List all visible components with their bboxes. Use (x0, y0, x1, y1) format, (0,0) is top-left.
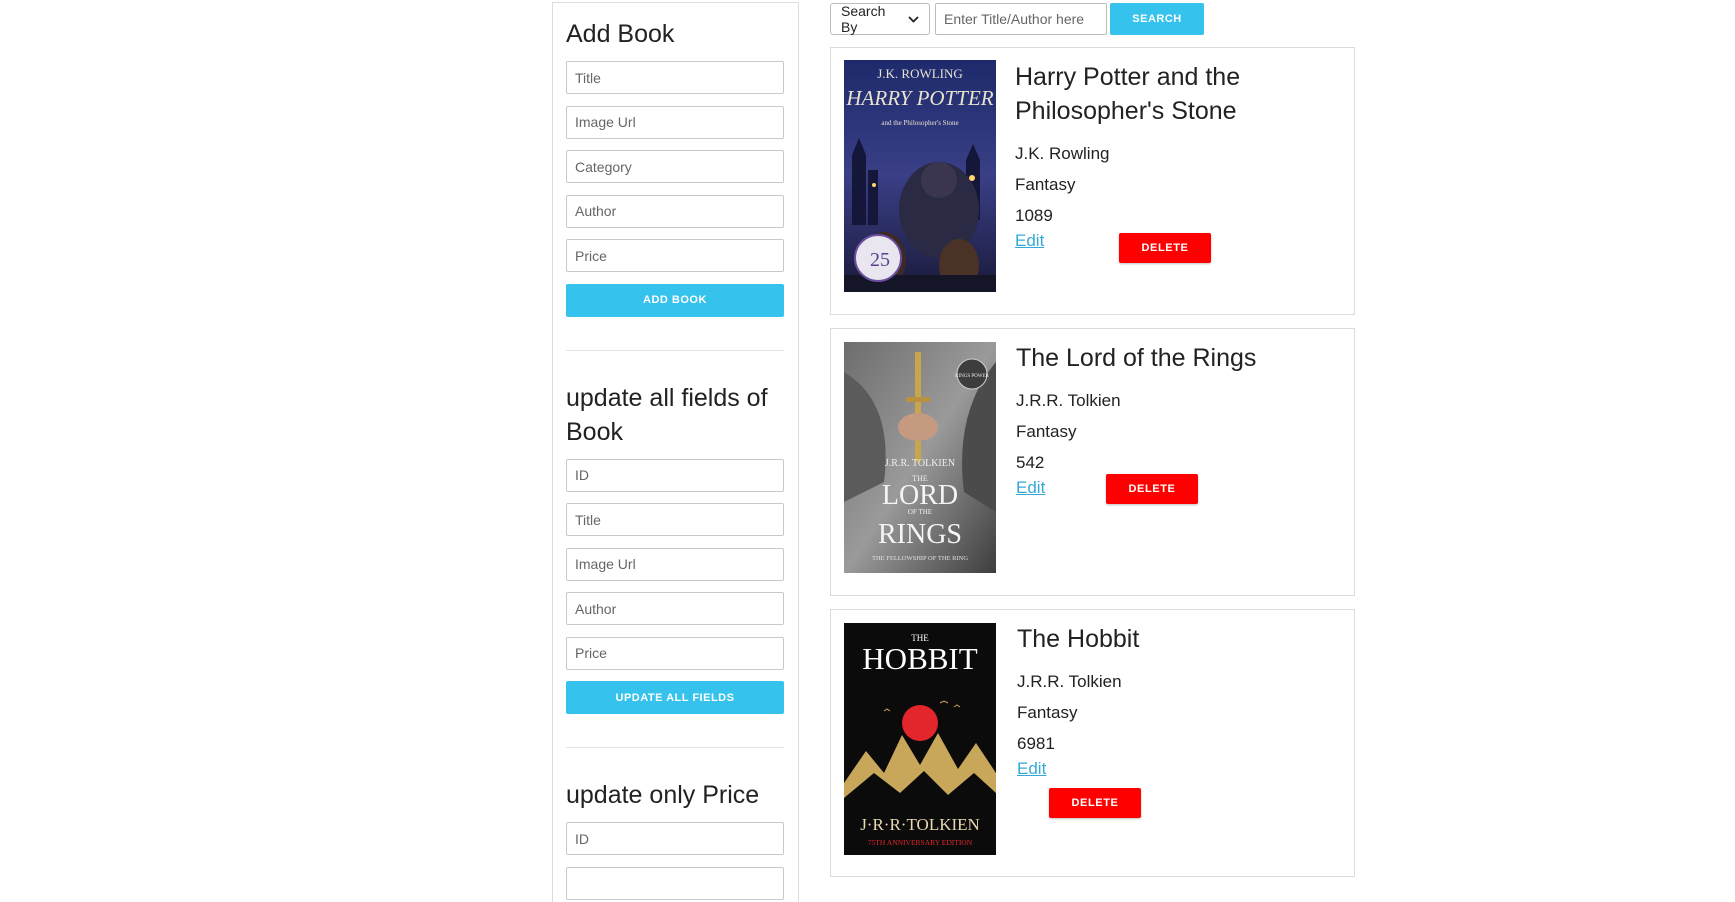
delete-button[interactable]: DELETE (1049, 788, 1141, 818)
book-forms-sidebar: Add Book ADD BOOK update all fields of B… (552, 2, 799, 902)
cover-small-text: OF THE (908, 508, 932, 516)
book-author: J.R.R. Tolkien (1017, 672, 1122, 691)
book-author: J.R.R. Tolkien (1016, 391, 1121, 410)
cover-author-text: J·R·R·TOLKIEN (860, 815, 980, 834)
book-info: Harry Potter and the Philosopher's Stone… (1015, 60, 1345, 263)
update-price-next-input[interactable] (566, 866, 784, 900)
book-title: The Lord of the Rings (1016, 344, 1257, 372)
cover-title-text: HOBBIT (862, 641, 977, 676)
cover-title-text: HARRY POTTER (845, 86, 993, 110)
book-category: Fantasy (1017, 703, 1078, 722)
update-all-fields-button[interactable]: UPDATE ALL FIELDS (566, 681, 784, 714)
add-book-button[interactable]: ADD BOOK (566, 283, 784, 317)
cover-badge-text: RINGS POWER (955, 374, 989, 379)
section-divider (566, 747, 784, 748)
add-price-input[interactable] (566, 239, 784, 272)
book-actions: Edit DELETE (1015, 231, 1345, 263)
search-button[interactable]: SEARCH (1110, 3, 1204, 35)
book-category: Fantasy (1016, 422, 1077, 441)
add-book-heading: Add Book (566, 20, 675, 48)
book-title: Harry Potter and the Philosopher's Stone (1015, 63, 1241, 125)
update-price-id-input[interactable] (566, 822, 784, 855)
update-title-input[interactable] (566, 503, 784, 536)
update-price-input[interactable] (566, 636, 784, 670)
book-card: RINGS POWER J.R.R. TOLKIEN THE LORD OF T… (830, 328, 1355, 596)
book-cover-image: J.K. ROWLING HARRY POTTER and the Philos… (844, 60, 996, 292)
search-by-label: Search By (841, 3, 886, 35)
cover-author-text: J.K. ROWLING (877, 66, 963, 81)
cover-title-text: LORD (882, 480, 958, 511)
add-author-input[interactable] (566, 194, 784, 228)
search-by-select[interactable]: Search By (830, 3, 930, 35)
add-image-url-input[interactable] (566, 105, 784, 139)
edit-link[interactable]: Edit (1015, 231, 1044, 251)
section-divider (566, 349, 784, 351)
book-card: J.K. ROWLING HARRY POTTER and the Philos… (830, 47, 1355, 315)
search-bar: Search By SEARCH (830, 2, 1204, 36)
book-actions: Edit DELETE (1016, 474, 1346, 510)
book-category: Fantasy (1015, 175, 1076, 194)
book-card: THE HOBBIT J·R·R·TOLKIEN 75TH ANNIVERSAR… (830, 609, 1355, 877)
update-price-heading: update only Price (566, 781, 760, 809)
book-actions: Edit DELETE (1017, 759, 1347, 818)
delete-button[interactable]: DELETE (1119, 233, 1211, 263)
search-input[interactable] (935, 3, 1107, 35)
update-image-url-input[interactable] (566, 547, 784, 581)
cover-subtitle-text: and the Philosopher's Stone (881, 119, 958, 127)
edit-link[interactable]: Edit (1017, 759, 1046, 779)
cover-subtitle-text: 75TH ANNIVERSARY EDITION (868, 838, 973, 847)
cover-author-text: J.R.R. TOLKIEN (885, 458, 955, 469)
book-title: The Hobbit (1017, 625, 1140, 653)
add-title-input[interactable] (566, 61, 784, 94)
chevron-down-icon (908, 12, 919, 26)
cover-badge-text: 25 (870, 249, 890, 271)
delete-button[interactable]: DELETE (1106, 474, 1198, 504)
book-author: J.K. Rowling (1015, 144, 1110, 163)
book-info: The Lord of the Rings J.R.R. Tolkien Fan… (1016, 341, 1346, 510)
cover-title-text: RINGS (878, 519, 962, 550)
update-author-input[interactable] (566, 592, 784, 625)
book-cover-image: THE HOBBIT J·R·R·TOLKIEN 75TH ANNIVERSAR… (844, 623, 996, 855)
update-all-heading: update all fields of Book (566, 383, 768, 446)
book-info: The Hobbit J.R.R. Tolkien Fantasy 6981 E… (1017, 622, 1347, 818)
edit-link[interactable]: Edit (1016, 478, 1045, 498)
book-price: 1089 (1015, 206, 1053, 225)
cover-subtitle-text: THE FELLOWSHIP OF THE RING (872, 555, 968, 562)
update-id-input[interactable] (566, 458, 784, 492)
book-price: 6981 (1017, 734, 1055, 753)
book-cover-image: RINGS POWER J.R.R. TOLKIEN THE LORD OF T… (844, 342, 996, 573)
add-category-input[interactable] (566, 150, 784, 183)
